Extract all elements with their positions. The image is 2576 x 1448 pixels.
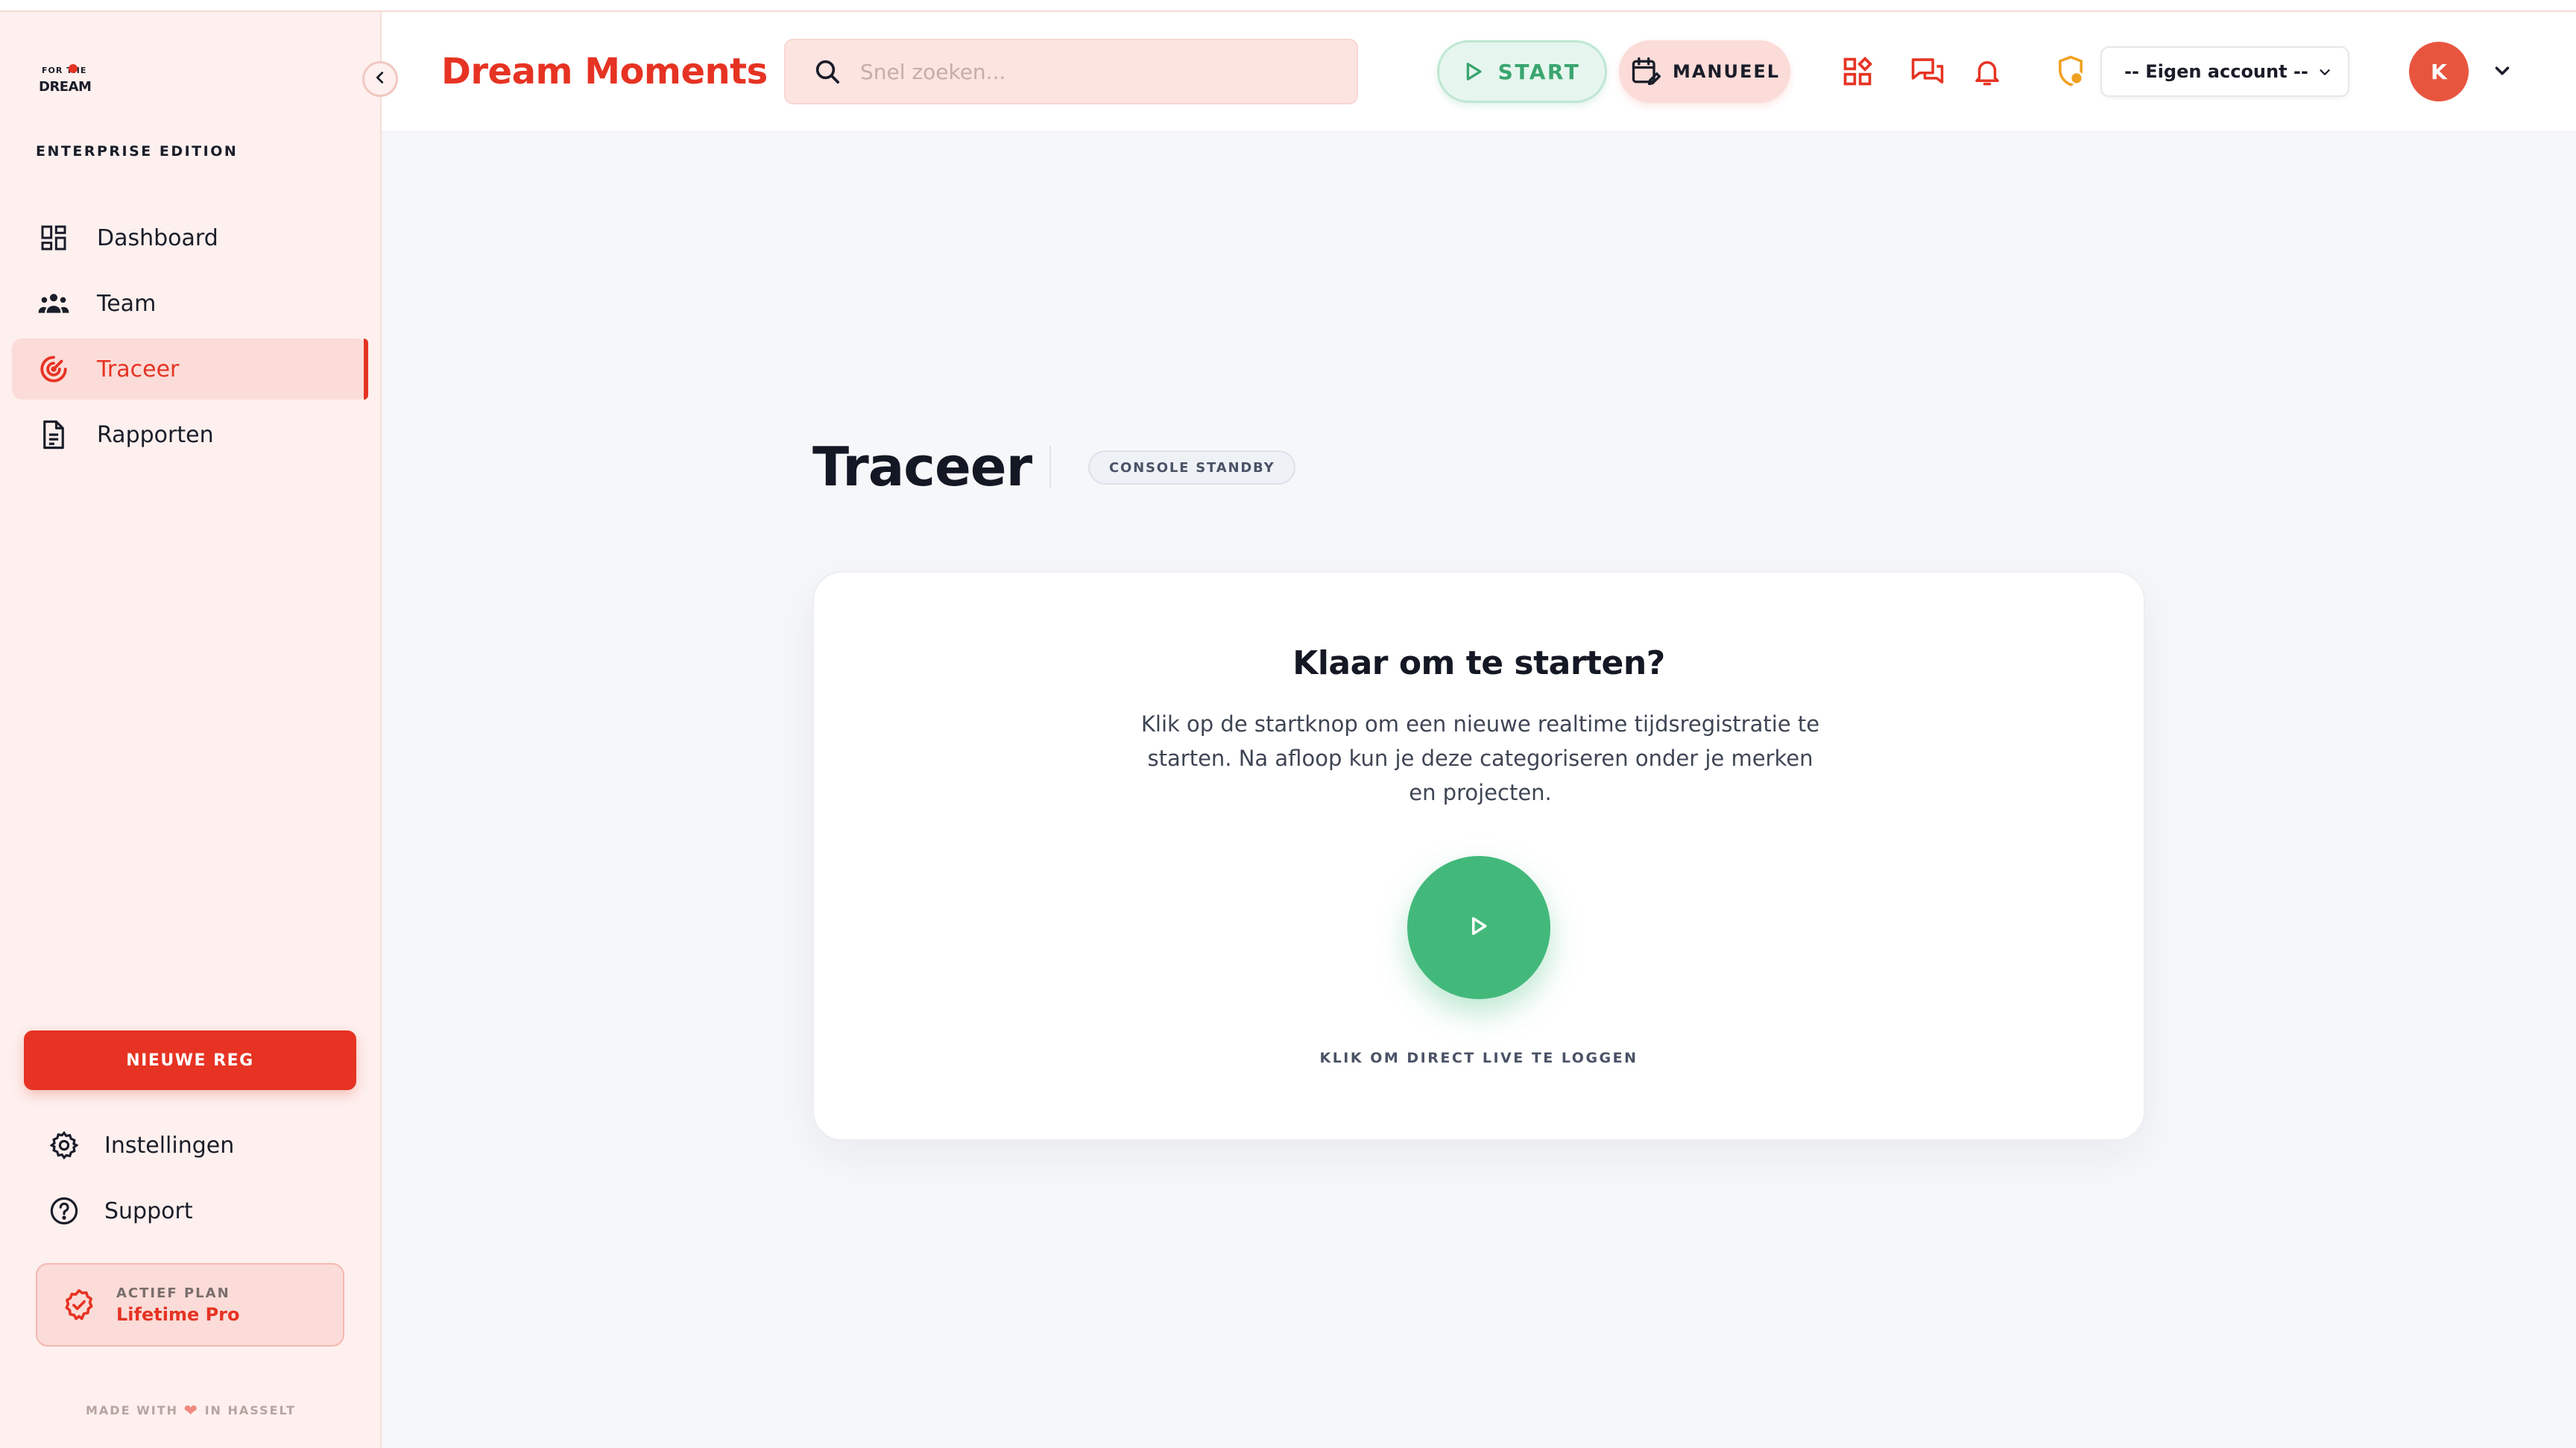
- active-plan-card[interactable]: ACTIEF PLAN Lifetime Pro: [36, 1263, 344, 1347]
- team-icon: [37, 287, 70, 320]
- security-status[interactable]: [2053, 55, 2089, 91]
- notifications-button[interactable]: [1969, 55, 2005, 91]
- sidebar-item-label: Dashboard: [97, 224, 218, 251]
- edition-label: ENTERPRISE EDITION: [36, 143, 239, 160]
- plan-label: ACTIEF PLAN: [116, 1285, 230, 1301]
- heart-icon: ❤: [183, 1402, 200, 1420]
- sidebar-item-label: Traceer: [97, 356, 180, 383]
- chevron-left-icon: [372, 69, 388, 89]
- manual-entry-button[interactable]: MANUEEL: [1619, 40, 1790, 103]
- play-icon: [1464, 61, 1483, 82]
- sidebar-item-label: Instellingen: [104, 1132, 235, 1159]
- bell-icon: [1972, 55, 2003, 91]
- card-caption: KLIK OM DIRECT LIVE TE LOGGEN: [1319, 1050, 1638, 1066]
- search-bar[interactable]: [784, 39, 1358, 104]
- sidebar-item-team[interactable]: Team: [12, 273, 368, 334]
- top-header: Dream Moments START MANUEEL: [382, 12, 2576, 133]
- title-divider: [1049, 446, 1051, 488]
- logo-text-big: DREAM: [39, 79, 92, 95]
- apps-grid-icon: [1841, 55, 1874, 91]
- sidebar-item-dashboard[interactable]: Dashboard: [12, 207, 368, 268]
- dashboard-icon: [37, 221, 70, 254]
- sidebar-item-label: Rapporten: [97, 421, 214, 448]
- play-icon: [1468, 914, 1490, 941]
- chevron-down-icon[interactable]: [2491, 60, 2513, 85]
- gear-icon: [48, 1129, 80, 1162]
- brand-title: Dream Moments: [441, 51, 768, 92]
- search-input[interactable]: [860, 59, 1337, 84]
- page-title: Traceer: [812, 435, 1032, 498]
- sidebar-nav: Dashboard Team Traceer Rapporten: [12, 207, 368, 470]
- apps-grid-button[interactable]: [1840, 55, 1875, 91]
- sidebar-item-label: Support: [104, 1197, 193, 1224]
- footer-prefix: MADE WITH: [86, 1403, 178, 1417]
- search-icon: [812, 55, 845, 88]
- account-select-value: -- Eigen account --: [2124, 61, 2308, 82]
- footer-suffix: IN HASSELT: [204, 1403, 296, 1417]
- collapse-sidebar-button[interactable]: [362, 61, 398, 97]
- card-description: Klik op de startknop om een nieuwe realt…: [1140, 711, 1820, 805]
- sidebar-item-instellingen[interactable]: Instellingen: [24, 1112, 356, 1178]
- footer-credit: MADE WITH ❤ IN HASSELT: [0, 1402, 382, 1420]
- help-icon: [48, 1194, 80, 1227]
- sidebar-item-rapporten[interactable]: Rapporten: [12, 404, 368, 465]
- account-select[interactable]: -- Eigen account --: [2100, 46, 2349, 97]
- chat-icon: [1910, 55, 1945, 91]
- start-button[interactable]: START: [1437, 40, 1607, 103]
- logo-text-small: FOR THE: [42, 66, 87, 75]
- start-tracking-button[interactable]: [1407, 856, 1550, 999]
- plan-name: Lifetime Pro: [116, 1303, 240, 1325]
- logo[interactable]: FOR THE DREAM: [39, 64, 98, 97]
- top-strip: [0, 0, 2576, 12]
- tracker-card: Klaar om te starten? Klik op de startkno…: [812, 571, 2145, 1141]
- status-badge: CONSOLE STANDBY: [1088, 450, 1296, 485]
- start-label: START: [1497, 59, 1581, 84]
- manual-label: MANUEEL: [1672, 61, 1781, 82]
- avatar[interactable]: K: [2409, 42, 2469, 101]
- new-registration-button[interactable]: NIEUWE REG: [24, 1030, 356, 1090]
- document-icon: [37, 418, 70, 451]
- sidebar: FOR THE DREAM ENTERPRISE EDITION Dashboa…: [0, 12, 382, 1448]
- sidebar-item-traceer[interactable]: Traceer: [12, 339, 368, 400]
- chevron-down-icon: [2317, 64, 2333, 85]
- sidebar-bottom-nav: Instellingen Support: [24, 1112, 356, 1244]
- sidebar-item-support[interactable]: Support: [24, 1178, 356, 1244]
- calendar-edit-icon: [1629, 55, 1662, 88]
- plan-text: ACTIEF PLAN Lifetime Pro: [116, 1285, 240, 1325]
- sidebar-item-label: Team: [97, 290, 157, 317]
- card-title: Klaar om te starten?: [1292, 644, 1665, 682]
- verified-badge-icon: [61, 1287, 97, 1323]
- shield-icon: [2054, 54, 2087, 92]
- messages-button[interactable]: [1910, 55, 1945, 91]
- target-icon: [37, 353, 70, 385]
- logo-dot: [69, 64, 78, 73]
